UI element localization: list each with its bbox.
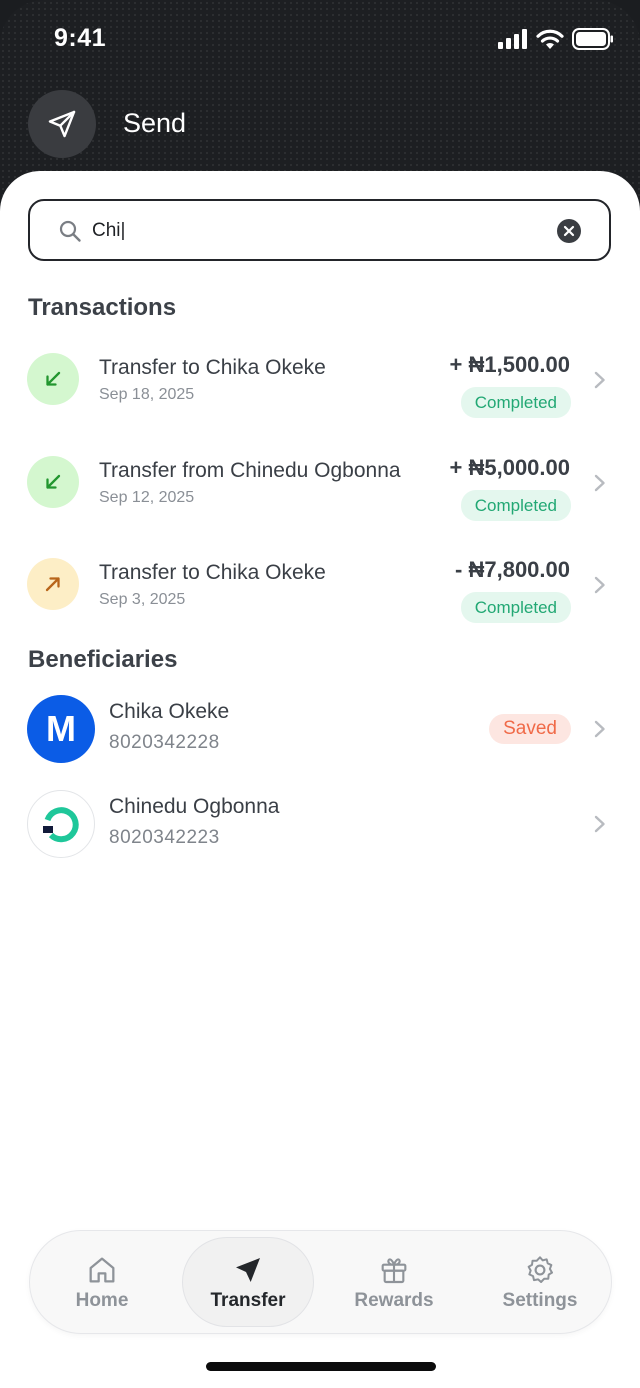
beneficiary-account: 8020342223 — [109, 827, 220, 848]
status-badge: Completed — [460, 592, 571, 623]
page-title: Send — [123, 108, 187, 138]
chevron-right-icon — [594, 815, 605, 833]
tab-transfer[interactable]: Transfer — [182, 1237, 314, 1327]
transaction-amount: + ₦5,000.00 — [449, 455, 570, 480]
wifi-icon — [536, 29, 564, 49]
chevron-right-icon — [594, 576, 605, 594]
chevron-right-icon — [594, 720, 605, 738]
battery-icon — [572, 28, 613, 50]
saved-badge: Saved — [489, 714, 571, 744]
beneficiary-name: Chinedu Ogbonna — [109, 795, 280, 818]
transaction-title: Transfer from Chinedu Ogbonna — [99, 459, 401, 482]
avatar-letter: M — [46, 708, 76, 749]
tab-settings[interactable]: Settings — [490, 1237, 590, 1327]
transaction-row[interactable]: Transfer to Chika Okeke Sep 18, 2025 + ₦… — [0, 343, 640, 443]
status-icons — [498, 26, 614, 52]
arrow-up-right-icon — [45, 577, 60, 592]
beneficiaries-heading: Beneficiaries — [28, 646, 178, 673]
status-badge: Completed — [460, 490, 571, 521]
clear-icon — [563, 225, 575, 237]
tab-label: Settings — [502, 1290, 578, 1311]
search-input[interactable] — [92, 218, 532, 244]
header-bar: 9:41 Send — [0, 0, 640, 200]
gift-icon — [381, 1258, 407, 1284]
bank-logo-avatar: M — [27, 695, 95, 763]
transaction-row[interactable]: Transfer to Chika Okeke Sep 3, 2025 - ₦7… — [0, 548, 640, 648]
gear-icon — [527, 1256, 553, 1283]
arrow-down-left-icon — [46, 474, 61, 489]
send-avatar — [28, 90, 96, 158]
tab-label: Home — [75, 1290, 129, 1311]
transaction-row[interactable]: Transfer from Chinedu Ogbonna Sep 12, 20… — [0, 446, 640, 546]
transaction-date: Sep 12, 2025 — [99, 489, 195, 506]
search-bar[interactable] — [28, 199, 611, 261]
outgoing-transfer-badge — [27, 558, 79, 610]
beneficiary-row[interactable]: M Chika Okeke 8020342228 Saved — [0, 695, 640, 785]
paper-plane-icon — [236, 1258, 260, 1282]
home-icon — [89, 1257, 115, 1283]
transaction-date: Sep 3, 2025 — [99, 591, 186, 608]
ring-logo-icon — [43, 807, 79, 843]
beneficiary-name: Chika Okeke — [109, 700, 230, 723]
tab-home[interactable]: Home — [52, 1237, 152, 1327]
tab-label: Transfer — [210, 1290, 286, 1311]
tab-rewards[interactable]: Rewards — [344, 1237, 444, 1327]
status-time: 9:41 — [54, 24, 107, 52]
content-sheet: Transactions Transfer to Chika Okeke Sep… — [0, 171, 640, 1388]
bottom-tab-bar: Home Transfer Rewards Settings — [29, 1230, 612, 1334]
transaction-title: Transfer to Chika Okeke — [99, 356, 326, 379]
clear-search-button[interactable] — [557, 219, 581, 243]
transactions-heading: Transactions — [28, 294, 177, 321]
chevron-right-icon — [594, 474, 605, 492]
home-indicator — [206, 1362, 436, 1371]
incoming-transfer-badge — [27, 353, 79, 405]
transaction-amount: + ₦1,500.00 — [449, 352, 570, 377]
incoming-transfer-badge — [27, 456, 79, 508]
tab-label: Rewards — [354, 1290, 434, 1311]
status-badge: Completed — [460, 387, 571, 418]
paper-plane-icon — [48, 110, 76, 138]
arrow-down-left-icon — [46, 371, 61, 386]
transaction-amount: - ₦7,800.00 — [455, 557, 570, 582]
search-icon — [59, 220, 81, 242]
beneficiary-account: 8020342228 — [109, 732, 220, 753]
chevron-right-icon — [594, 371, 605, 389]
transaction-title: Transfer to Chika Okeke — [99, 561, 326, 584]
transaction-date: Sep 18, 2025 — [99, 386, 195, 403]
bank-logo-avatar — [27, 790, 95, 858]
signal-icon — [498, 29, 527, 49]
beneficiary-row[interactable]: Chinedu Ogbonna 8020342223 — [0, 790, 640, 880]
